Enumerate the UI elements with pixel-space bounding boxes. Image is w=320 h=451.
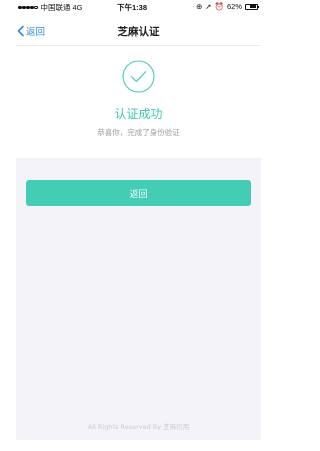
result-title: 认证成功 [114, 107, 163, 121]
alarm-icon: ⏰ [214, 2, 224, 11]
signal-strength: 中国联通 4G [18, 2, 82, 13]
signal-dot [22, 5, 26, 10]
check-circle-icon [122, 60, 155, 93]
battery-icon [245, 3, 260, 10]
page: 中国联通 4G 下午1:38 ⊕ ➚ ⏰ 62% 返回 芝麻认证 认证成功 恭喜… [0, 0, 289, 451]
nav-bar: 返回 芝麻认证 [16, 14, 261, 46]
signal-dot [26, 5, 30, 10]
phone-screen: 中国联通 4G 下午1:38 ⊕ ➚ ⏰ 62% 返回 芝麻认证 认证成功 恭喜… [16, 0, 261, 440]
battery-percent: 62% [226, 2, 242, 11]
status-time: 下午1:38 [117, 3, 148, 12]
location-arrow-icon: ➚ [205, 2, 212, 11]
return-button[interactable]: 返回 [26, 180, 251, 206]
status-bar: 中国联通 4G 下午1:38 ⊕ ➚ ⏰ 62% [16, 0, 261, 14]
signal-dot [18, 5, 22, 10]
signal-dot [34, 5, 38, 10]
page-title: 芝麻认证 [117, 26, 160, 38]
result-subtitle: 恭喜你，完成了身份验证 [97, 128, 180, 137]
content-area: 返回 All Rights Reserved By 芝麻信用 [16, 158, 261, 440]
signal-dot [30, 5, 34, 10]
footer-copyright: All Rights Reserved By 芝麻信用 [87, 423, 190, 431]
rotation-lock-icon: ⊕ [196, 2, 203, 11]
status-indicators: ⊕ ➚ ⏰ 62% [193, 2, 260, 11]
network-type: 4G [72, 3, 83, 12]
carrier-name: 中国联通 [40, 3, 71, 12]
battery-fill [249, 5, 257, 8]
